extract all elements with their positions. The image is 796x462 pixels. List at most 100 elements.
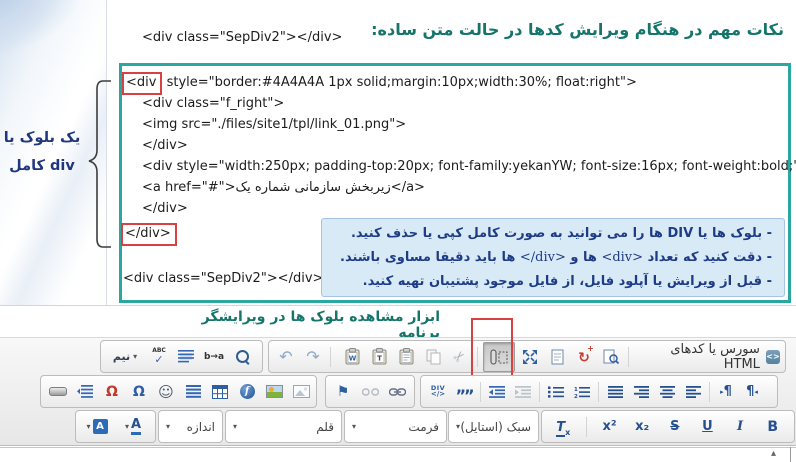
smiley-button[interactable]: ☺ <box>154 379 178 405</box>
half-space-label: نیم <box>113 350 130 363</box>
code-line-3: <img src="./files/site1/tpl/link_01.png"… <box>142 117 406 133</box>
redo-button[interactable]: ↷ <box>301 344 325 370</box>
svg-text:2: 2 <box>574 394 578 398</box>
brace-annotation: یک بلوک یا div کامل <box>0 124 84 180</box>
paste-icon <box>399 348 414 365</box>
numbered-list-button[interactable]: 1 2 <box>570 379 594 405</box>
align-right-button[interactable] <box>629 379 653 405</box>
preview-button[interactable] <box>599 344 623 370</box>
italic-button[interactable]: I <box>728 414 752 440</box>
font-family-select[interactable]: ▾ قلم <box>225 410 342 443</box>
paste-text-icon: T <box>372 348 387 365</box>
note-div-close-tag: </div> <box>520 250 566 265</box>
select-paragraph-button[interactable] <box>174 344 198 370</box>
numbered-list-icon: 1 2 <box>574 386 590 398</box>
paste-from-word-button[interactable]: W <box>340 344 364 370</box>
remove-format-x: x <box>565 428 570 437</box>
source-icon: <> <box>766 350 780 364</box>
subscript-button[interactable]: x₂ <box>630 414 654 440</box>
strikethrough-button[interactable]: S <box>663 414 687 440</box>
svg-text:W: W <box>348 355 356 363</box>
source-button[interactable]: سورس یا کدهای HTML <> <box>634 342 780 372</box>
text-color-button[interactable]: ▾ A <box>117 414 149 440</box>
toolbar-separator <box>480 382 481 402</box>
paragraph-format-select[interactable]: ▾ فرمت <box>344 410 447 443</box>
editor-content-area[interactable] <box>0 447 796 462</box>
half-space-button[interactable]: نیم ▾ <box>106 344 144 370</box>
insert-photo-button[interactable] <box>262 379 286 405</box>
maximize-icon <box>522 349 538 365</box>
document-properties-button[interactable] <box>545 344 569 370</box>
replace-icon: b→a <box>204 352 224 362</box>
background-color-button[interactable]: ▾ A <box>81 414 113 440</box>
replace-button[interactable]: b→a <box>201 344 227 370</box>
anchor-button[interactable]: ⚑ <box>331 379 355 405</box>
undo-button[interactable]: ↶ <box>274 344 298 370</box>
code-line-6: <a href="#">زیربخش سازمانی شماره یک</a> <box>142 180 425 196</box>
unlink-button[interactable] <box>358 379 382 405</box>
page-break-button[interactable] <box>181 379 205 405</box>
note-line-3: - قبل از ویرایش یا آپلود فایل، از فایل م… <box>334 270 772 294</box>
text-direction-button[interactable] <box>73 379 97 405</box>
remove-format-button[interactable]: Tx <box>551 414 575 440</box>
styles-select[interactable]: ▾ سبک (استایل) <box>448 410 539 443</box>
div-open-red-highlight: <div <box>122 72 162 95</box>
find-button[interactable] <box>230 344 254 370</box>
spellcheck-button[interactable]: ABC ✓ <box>147 344 171 370</box>
special-character-button[interactable]: Ω <box>127 379 151 405</box>
code-line-2: <div class="f_right"> <box>142 96 284 112</box>
paragraph-rtl-icon: ¶ ◂ <box>746 384 758 399</box>
paste-as-text-button[interactable]: T <box>367 344 391 370</box>
horizontal-rule-button[interactable] <box>46 379 70 405</box>
font-family-label: قلم <box>316 420 334 434</box>
superscript-button[interactable]: x² <box>598 414 622 440</box>
toolbar-group-links: ⚑ <box>325 375 415 408</box>
copy-button[interactable] <box>421 344 445 370</box>
align-left-button[interactable] <box>681 379 705 405</box>
justify-icon <box>608 386 623 398</box>
chevron-down-icon: ▾ <box>125 423 129 431</box>
bold-icon: B <box>767 419 778 435</box>
font-size-select[interactable]: ▾ اندازه <box>158 410 223 443</box>
underline-button[interactable]: U <box>695 414 719 440</box>
insert-image-button[interactable] <box>289 379 313 405</box>
horizontal-rule-icon <box>49 387 67 396</box>
justify-block-button[interactable] <box>603 379 627 405</box>
bold-button[interactable]: B <box>761 414 785 440</box>
link-button[interactable] <box>385 379 409 405</box>
insert-table-button[interactable] <box>208 379 232 405</box>
increase-indent-button[interactable] <box>485 379 509 405</box>
new-page-button[interactable]: ↻ + <box>572 344 596 370</box>
special-symbol-button[interactable]: Ω <box>100 379 124 405</box>
div-close-red-highlight: </div> <box>121 223 177 246</box>
tri-left-icon: ◂ <box>754 388 758 396</box>
div-tag: </> <box>431 391 445 398</box>
maximize-button[interactable] <box>518 344 542 370</box>
plus-glyph: + <box>587 344 594 353</box>
text-direction-rtl-button[interactable]: ¶ ◂ <box>740 379 764 405</box>
cut-button[interactable]: ✂ <box>448 344 472 370</box>
pilcrow-icon: ¶ <box>746 384 754 399</box>
paragraph-lines-icon <box>178 350 194 363</box>
blockquote-button[interactable]: ”” <box>452 379 476 405</box>
text-direction-ltr-button[interactable]: ▸ ¶ <box>714 379 738 405</box>
pilcrow-icon: ¶ <box>724 384 732 399</box>
omega-blue-icon: Ω <box>133 384 145 400</box>
code-line-sepdiv-top: <div class="SepDiv2"></div> <box>142 30 342 46</box>
code-line-sepdiv-bottom: <div class="SepDiv2"></div> <box>123 271 323 287</box>
align-center-icon <box>660 386 675 398</box>
paste-word-icon: W <box>345 348 360 365</box>
bulleted-list-button[interactable] <box>544 379 568 405</box>
image-icon <box>293 385 310 398</box>
redo-icon: ↷ <box>306 347 319 366</box>
spellcheck-icon: ABC ✓ <box>152 348 166 365</box>
paste-button[interactable] <box>394 344 418 370</box>
toolbar-collapse-button[interactable]: ▴ <box>771 448 776 460</box>
align-center-button[interactable] <box>655 379 679 405</box>
brace-annotation-line1: یک بلوک یا <box>0 124 84 152</box>
decrease-indent-button[interactable] <box>511 379 535 405</box>
create-div-button[interactable]: DIV </> <box>426 379 450 405</box>
svg-text:T: T <box>377 355 382 363</box>
chevron-down-icon: ▾ <box>352 423 356 431</box>
insert-flash-button[interactable]: f <box>235 379 259 405</box>
